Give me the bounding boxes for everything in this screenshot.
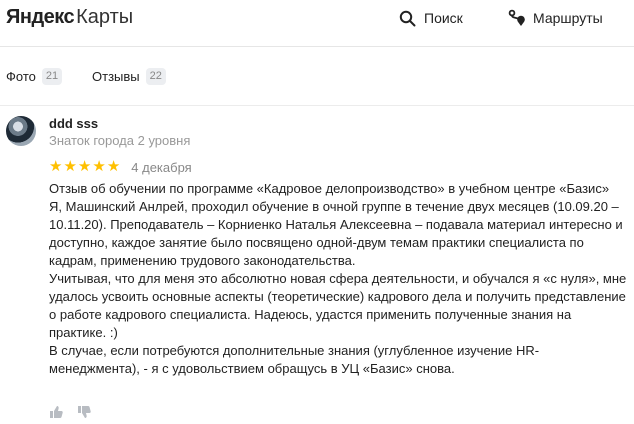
- yandex-maps-logo[interactable]: Яндекс Карты: [6, 5, 133, 29]
- star-icon: ★: [106, 158, 121, 175]
- star-icon: ★: [49, 158, 63, 175]
- review-paragraph: Учитывая, что для меня это абсолютно нов…: [49, 271, 627, 340]
- logo-brand: Яндекс: [6, 6, 75, 28]
- review-text: Отзыв об обучении по программе «Кадровое…: [49, 180, 629, 378]
- tab-photo-count: 21: [41, 68, 63, 85]
- review-author[interactable]: ddd sss: [49, 116, 98, 131]
- route-icon: [508, 9, 525, 26]
- star-icon: ★: [63, 158, 77, 175]
- rating-row: ★★★★★ 4 декабря: [49, 159, 192, 175]
- tab-reviews-count: 22: [145, 68, 166, 85]
- avatar[interactable]: [6, 116, 36, 146]
- tab-photo-label: Фото: [6, 69, 36, 84]
- dislike-icon[interactable]: [77, 405, 91, 419]
- search-label: Поиск: [424, 10, 463, 26]
- logo-product: Карты: [76, 6, 134, 28]
- tabs-bar: Фото 21 Отзывы 22: [0, 46, 634, 106]
- search-icon: [399, 10, 416, 26]
- rating-stars: ★★★★★: [49, 158, 121, 176]
- routes-label: Маршруты: [533, 10, 603, 26]
- review-card: ddd sss Знаток города 2 уровня ★★★★★ 4 д…: [0, 106, 634, 418]
- like-icon[interactable]: [49, 405, 63, 419]
- author-level: Знаток города 2 уровня: [49, 133, 191, 148]
- tab-reviews-label: Отзывы: [92, 69, 140, 84]
- tab-reviews[interactable]: Отзывы 22: [92, 68, 166, 85]
- review-paragraph: Я, Машинский Анлрей, проходил обучение в…: [49, 199, 623, 268]
- review-date: 4 декабря: [131, 159, 192, 175]
- review-paragraph: Отзыв об обучении по программе «Кадровое…: [49, 181, 610, 196]
- review-actions: [49, 405, 105, 419]
- routes-button[interactable]: Маршруты: [508, 8, 603, 28]
- tab-photo[interactable]: Фото 21: [6, 68, 63, 85]
- star-icon: ★: [92, 158, 106, 175]
- top-bar: Яндекс Карты Поиск Маршруты: [0, 0, 634, 47]
- star-icon: ★: [77, 158, 92, 175]
- review-paragraph: В случае, если потребуются дополнительны…: [49, 343, 540, 376]
- search-button[interactable]: Поиск: [399, 8, 463, 28]
